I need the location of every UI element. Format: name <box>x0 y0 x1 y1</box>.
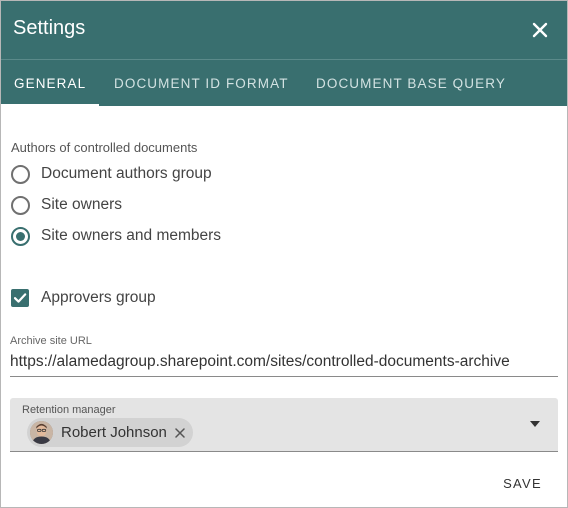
chip-label: Robert Johnson <box>61 424 167 441</box>
radio-button[interactable] <box>11 164 30 184</box>
save-button[interactable]: SAVE <box>503 473 542 495</box>
dialog-header: Settings <box>1 1 567 59</box>
radio-document-authors-group[interactable]: Document authors group <box>11 163 212 185</box>
checkmark-icon <box>13 293 27 303</box>
chip-remove-button[interactable] <box>175 427 185 438</box>
retention-manager-select[interactable]: Retention manager Robert Johnson <box>10 398 558 452</box>
radio-label: Document authors group <box>41 165 212 182</box>
person-chip: Robert Johnson <box>27 418 193 447</box>
caret-down-icon[interactable] <box>530 421 540 427</box>
close-icon <box>532 22 548 38</box>
authors-section-label: Authors of controlled documents <box>11 140 198 155</box>
radio-label: Site owners and members <box>41 227 222 244</box>
retention-manager-label: Retention manager <box>22 404 116 416</box>
dialog-title: Settings <box>13 17 86 39</box>
radio-label: Site owners <box>41 196 122 213</box>
settings-dialog: Settings GENERAL DOCUMENT ID FORMAT DOCU… <box>0 0 568 508</box>
active-tab-indicator <box>1 104 99 107</box>
approvers-group-checkbox[interactable] <box>11 289 29 307</box>
archive-url-input[interactable] <box>10 348 558 377</box>
close-icon <box>175 427 185 438</box>
close-button[interactable] <box>525 15 555 45</box>
tab-general[interactable]: GENERAL <box>14 60 86 107</box>
archive-url-label: Archive site URL <box>10 335 92 347</box>
tab-document-id-format[interactable]: DOCUMENT ID FORMAT <box>114 60 289 107</box>
tab-document-base-query[interactable]: DOCUMENT BASE QUERY <box>316 60 506 107</box>
radio-selected-dot <box>16 231 25 241</box>
radio-site-owners[interactable]: Site owners <box>11 194 122 216</box>
tab-bar: GENERAL DOCUMENT ID FORMAT DOCUMENT BASE… <box>1 59 567 107</box>
radio-button-checked[interactable] <box>11 226 30 246</box>
radio-site-owners-and-members[interactable]: Site owners and members <box>11 225 221 247</box>
checkbox-label: Approvers group <box>41 289 156 306</box>
approvers-group-checkbox-row[interactable]: Approvers group <box>11 287 156 309</box>
avatar <box>30 421 53 444</box>
radio-button[interactable] <box>11 195 30 215</box>
